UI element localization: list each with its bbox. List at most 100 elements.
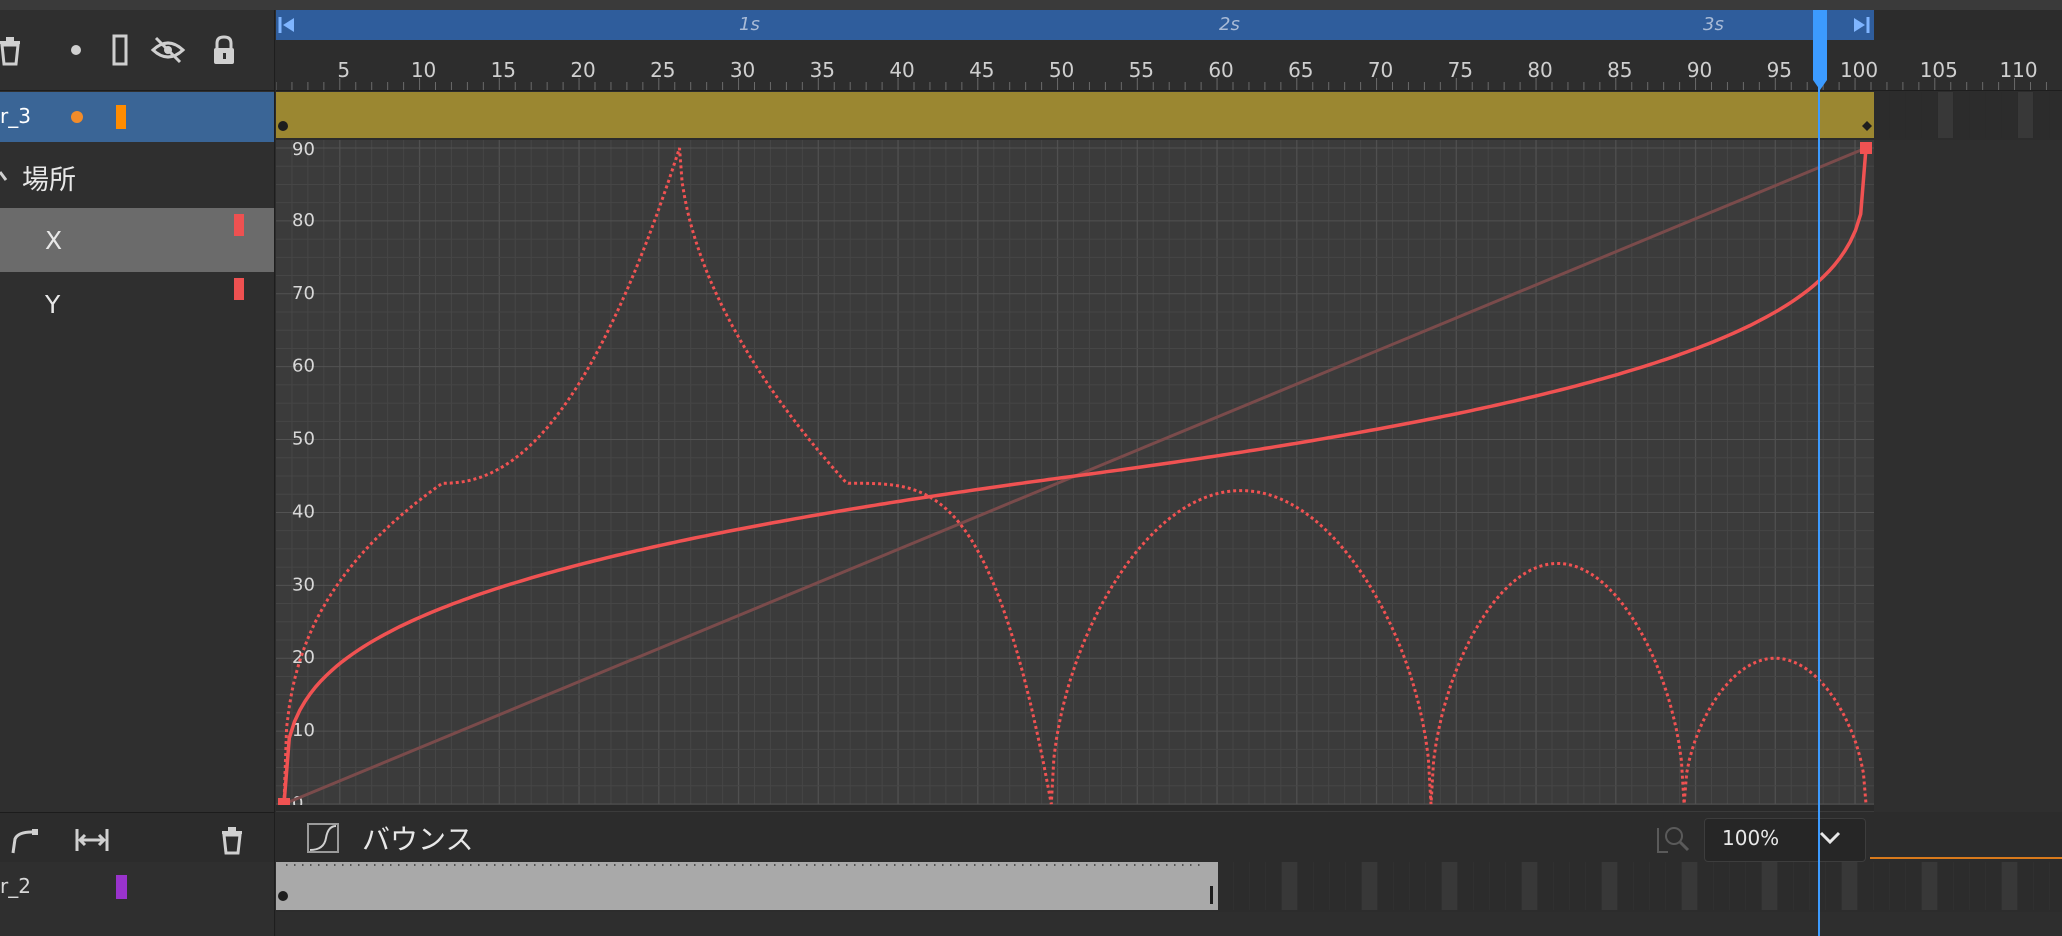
layer-row-3[interactable]: r_3: [0, 92, 274, 142]
frame-dot: [566, 864, 568, 866]
dot-icon[interactable]: [58, 32, 94, 68]
span-start-handle-icon[interactable]: [278, 17, 296, 33]
ruler-label: 110: [1999, 58, 2038, 82]
frame-dot: [350, 864, 352, 866]
frame-cell: [1506, 862, 1521, 910]
empty-frames[interactable]: [1874, 92, 2062, 138]
frame-cell: [1266, 862, 1281, 910]
frame-cell: [1602, 862, 1617, 910]
ruler-label: 10: [410, 58, 437, 82]
layer-color-swatch[interactable]: [116, 875, 127, 899]
fit-width-icon[interactable]: [74, 825, 110, 855]
top-strip: [0, 0, 2062, 10]
frame-dot: [806, 864, 808, 866]
playhead-line[interactable]: [1818, 10, 1820, 936]
frame-dot: [942, 864, 944, 866]
timeline-bottom-strip: [276, 912, 2062, 936]
frame-dot: [1134, 864, 1136, 866]
seconds-label: 3s: [1703, 14, 1724, 35]
outline-icon[interactable]: [102, 32, 138, 68]
ruler-label: 85: [1607, 58, 1633, 82]
graph-right-empty: [1874, 140, 2062, 812]
frame-cell: [1298, 862, 1313, 910]
frame-dot: [1110, 864, 1112, 866]
ease-preset-label[interactable]: バウンス: [362, 818, 473, 858]
frame-dot: [382, 864, 384, 866]
chevron-down-icon[interactable]: [0, 168, 12, 184]
property-row-y[interactable]: Y: [0, 272, 274, 336]
zoom-fit-icon[interactable]: [1656, 824, 1690, 854]
pen-icon[interactable]: [10, 825, 40, 855]
layer-3-tween-span[interactable]: [276, 92, 1874, 138]
trash-icon[interactable]: [0, 32, 28, 68]
frame-cell: [1954, 862, 1969, 910]
frame-cell: [1410, 862, 1425, 910]
graph-canvas[interactable]: 9080706050403020100: [276, 140, 1874, 812]
frame-cell: [1986, 92, 2001, 138]
frame-dot: [870, 864, 872, 866]
playhead-handle[interactable]: [1813, 10, 1827, 90]
frame-dot: [326, 864, 328, 866]
frame-dot: [822, 864, 824, 866]
frame-cell: [1330, 862, 1345, 910]
layer-dot-icon[interactable]: [70, 110, 84, 124]
trash-icon[interactable]: [218, 825, 246, 855]
frame-dot: [670, 864, 672, 866]
frame-cell: [1922, 862, 1937, 910]
seconds-label: 2s: [1219, 14, 1240, 35]
frame-dot: [630, 864, 632, 866]
layer-color-swatch[interactable]: [116, 105, 126, 129]
lock-icon[interactable]: [206, 32, 242, 68]
frame-dot: [1158, 864, 1160, 866]
frame-cell: [1922, 92, 1937, 138]
frame-cell: [1746, 862, 1761, 910]
time-span-bar[interactable]: 1s 2s 3s: [276, 10, 1874, 40]
frame-dot: [1166, 864, 1168, 866]
frame-dot: [710, 864, 712, 866]
frame-dot: [518, 864, 520, 866]
frame-dot: [1078, 864, 1080, 866]
frame-cell: [1362, 862, 1377, 910]
ruler-label: 95: [1766, 58, 1793, 82]
frame-cell: [1586, 862, 1601, 910]
frame-cell: [1394, 862, 1409, 910]
layer-toolbar: [0, 10, 274, 91]
frame-cell: [1682, 862, 1697, 910]
frame-cell: [2002, 862, 2017, 910]
layer-2-tween-span[interactable]: [276, 862, 1218, 910]
frame-dot: [1086, 864, 1088, 866]
frame-cell: [1570, 862, 1585, 910]
frame-dot: [478, 864, 480, 866]
ease-curve-icon[interactable]: [306, 822, 340, 854]
frame-dot: [318, 864, 320, 866]
frame-dot: [366, 864, 368, 866]
frame-ruler[interactable]: 5 10 15 20 25 30 35 40 45 50 55 60 65 70 75 80 85 90 95 100…: [276, 40, 2062, 91]
frame-cell: [1218, 862, 1233, 910]
span-end-handle-icon[interactable]: [1852, 17, 1870, 33]
frame-dot: [878, 864, 880, 866]
keyframe-markers: [278, 864, 1213, 904]
frame-dot: [398, 864, 400, 866]
frame-cell: [1954, 92, 1969, 138]
eye-hidden-icon[interactable]: [150, 32, 186, 68]
property-row-x[interactable]: X: [0, 208, 274, 272]
frame-dot: [446, 864, 448, 866]
y-tick-label: 50: [292, 429, 315, 450]
frame-dot: [638, 864, 640, 866]
frame-dot: [1142, 864, 1144, 866]
group-label: 場所: [22, 165, 76, 196]
frame-dot: [1046, 864, 1048, 866]
chevron-down-icon[interactable]: [1818, 830, 1842, 846]
frame-cell: [1986, 862, 2001, 910]
frame-dot: [1150, 864, 1152, 866]
frame-dot: [614, 864, 616, 866]
frame-cell: [1426, 862, 1441, 910]
frame-cell: [1618, 862, 1633, 910]
property-label: Y: [45, 290, 61, 319]
frame-dot: [718, 864, 720, 866]
layer-row-2[interactable]: r_2: [0, 862, 274, 912]
property-group-row[interactable]: 場所: [0, 148, 274, 208]
empty-frames[interactable]: [1218, 862, 2062, 910]
frame-cell: [1282, 862, 1297, 910]
ruler-label: 5: [337, 58, 351, 82]
